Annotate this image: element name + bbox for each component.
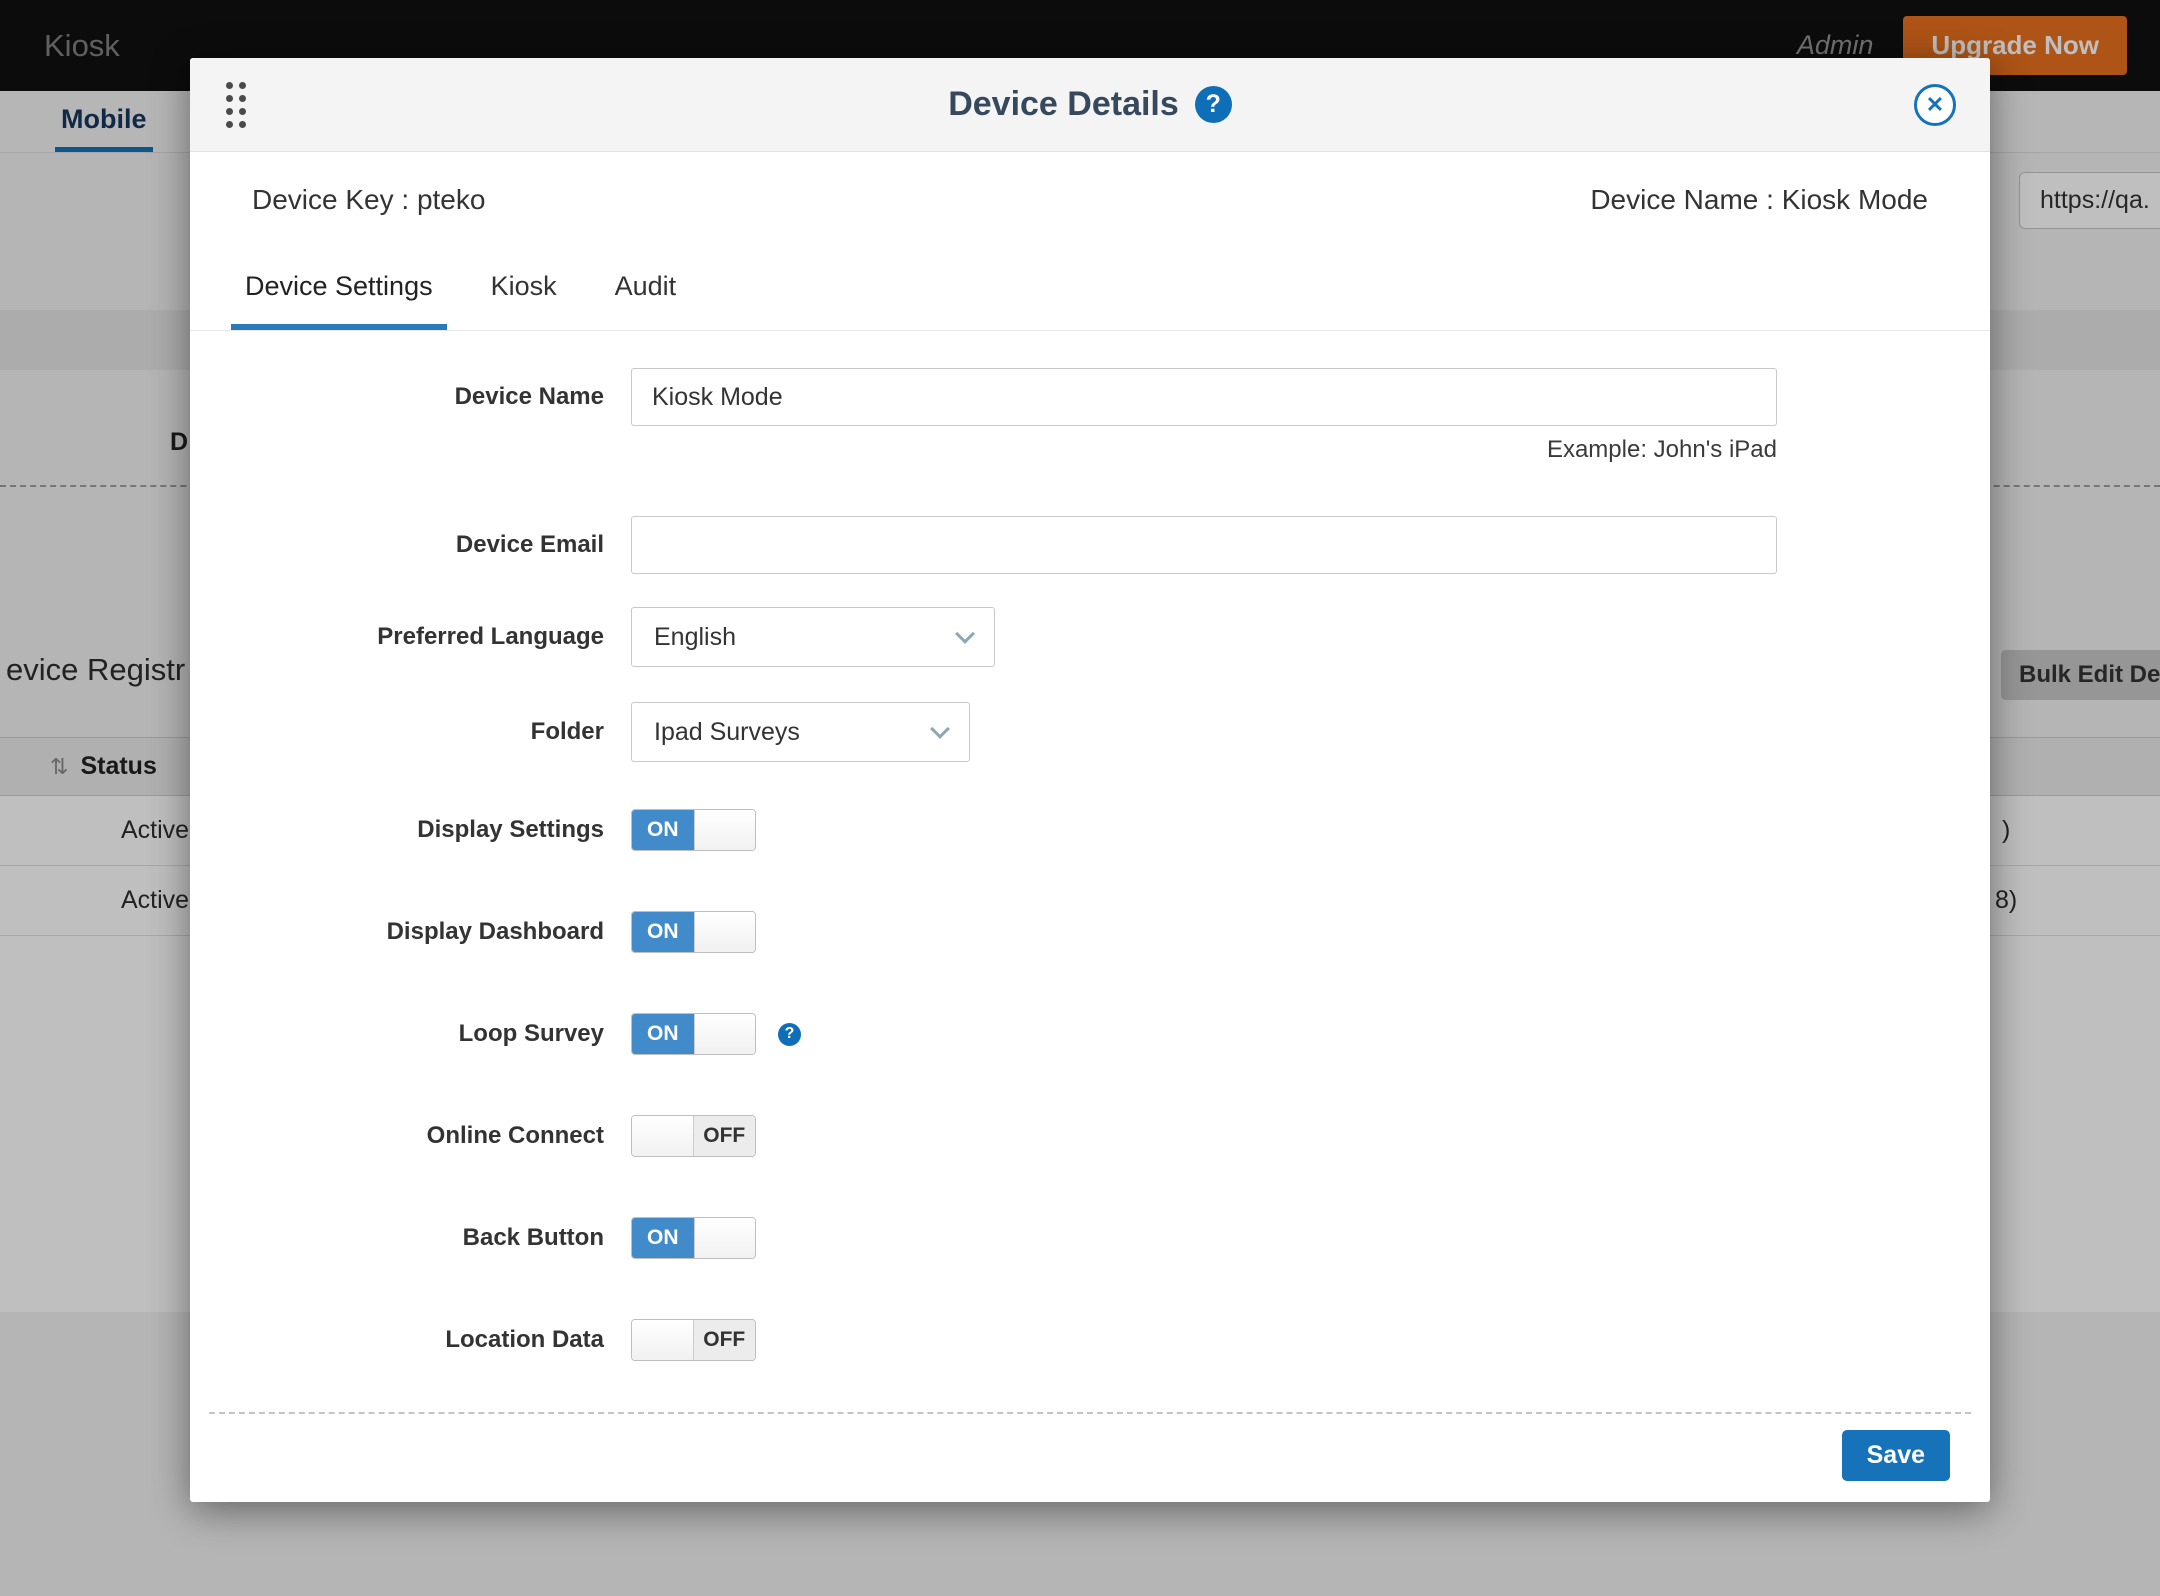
device-name-text: Device Name : Kiosk Mode: [1590, 184, 1928, 216]
tab-audit[interactable]: Audit: [601, 248, 691, 330]
modal-footer: Save: [209, 1412, 1971, 1502]
display-dashboard-row: Display Dashboard ON: [190, 911, 1990, 953]
device-key-text: Device Key : pteko: [252, 184, 485, 216]
location-data-label: Location Data: [190, 1326, 631, 1354]
toggle-handle: [694, 1218, 756, 1258]
online-connect-row: Online Connect OFF: [190, 1115, 1990, 1157]
toggle-handle: [632, 1320, 694, 1360]
display-settings-toggle[interactable]: ON: [631, 809, 756, 851]
help-icon[interactable]: ?: [1195, 86, 1232, 123]
location-data-toggle[interactable]: OFF: [631, 1319, 756, 1361]
toggle-handle: [694, 912, 756, 952]
folder-label: Folder: [190, 718, 631, 746]
modal-title: Device Details: [948, 85, 1179, 124]
device-settings-form: Device Name Example: John's iPad Device …: [190, 331, 1990, 1412]
online-connect-label: Online Connect: [190, 1122, 631, 1150]
device-meta-row: Device Key : pteko Device Name : Kiosk M…: [190, 152, 1990, 248]
device-name-row: Device Name: [190, 368, 1990, 426]
display-dashboard-label: Display Dashboard: [190, 918, 631, 946]
device-name-helper: Example: John's iPad: [631, 436, 1777, 464]
toggle-state-label: ON: [632, 1218, 694, 1258]
display-dashboard-toggle[interactable]: ON: [631, 911, 756, 953]
modal-header: Device Details ? ✕: [190, 58, 1990, 152]
tab-kiosk[interactable]: Kiosk: [477, 248, 571, 330]
back-button-label: Back Button: [190, 1224, 631, 1252]
back-button-row: Back Button ON: [190, 1217, 1990, 1259]
toggle-state-label: ON: [632, 1014, 694, 1054]
toggle-handle: [694, 810, 756, 850]
device-name-input[interactable]: [631, 368, 1777, 426]
toggle-handle: [632, 1116, 694, 1156]
device-name-helper-row: Example: John's iPad: [190, 436, 1990, 464]
preferred-language-row: Preferred Language English: [190, 607, 1990, 667]
preferred-language-select[interactable]: English: [631, 607, 995, 667]
device-details-modal: Device Details ? ✕ Device Key : pteko De…: [190, 58, 1990, 1502]
toggle-state-label: OFF: [694, 1116, 756, 1156]
toggle-handle: [694, 1014, 756, 1054]
loop-survey-toggle[interactable]: ON: [631, 1013, 756, 1055]
selected-language: English: [654, 623, 736, 652]
back-button-toggle[interactable]: ON: [631, 1217, 756, 1259]
loop-survey-row: Loop Survey ON ?: [190, 1013, 1990, 1055]
tab-device-settings[interactable]: Device Settings: [231, 248, 447, 330]
folder-row: Folder Ipad Surveys: [190, 702, 1990, 762]
toggle-state-label: OFF: [694, 1320, 756, 1360]
loop-survey-label: Loop Survey: [190, 1020, 631, 1048]
close-icon[interactable]: ✕: [1914, 84, 1956, 126]
preferred-language-label: Preferred Language: [190, 623, 631, 651]
display-settings-label: Display Settings: [190, 816, 631, 844]
save-button[interactable]: Save: [1842, 1430, 1950, 1481]
chevron-down-icon: [955, 624, 975, 644]
folder-select[interactable]: Ipad Surveys: [631, 702, 970, 762]
drag-handle-icon[interactable]: [226, 82, 246, 128]
loop-survey-help-icon[interactable]: ?: [778, 1023, 801, 1046]
online-connect-toggle[interactable]: OFF: [631, 1115, 756, 1157]
device-name-label: Device Name: [190, 383, 631, 411]
modal-tab-bar: Device Settings Kiosk Audit: [190, 248, 1990, 331]
selected-folder: Ipad Surveys: [654, 718, 800, 747]
location-data-row: Location Data OFF: [190, 1319, 1990, 1361]
device-email-row: Device Email: [190, 516, 1990, 574]
toggle-state-label: ON: [632, 912, 694, 952]
device-email-input[interactable]: [631, 516, 1777, 574]
display-settings-row: Display Settings ON: [190, 809, 1990, 851]
toggle-state-label: ON: [632, 810, 694, 850]
chevron-down-icon: [930, 719, 950, 739]
device-email-label: Device Email: [190, 531, 631, 559]
